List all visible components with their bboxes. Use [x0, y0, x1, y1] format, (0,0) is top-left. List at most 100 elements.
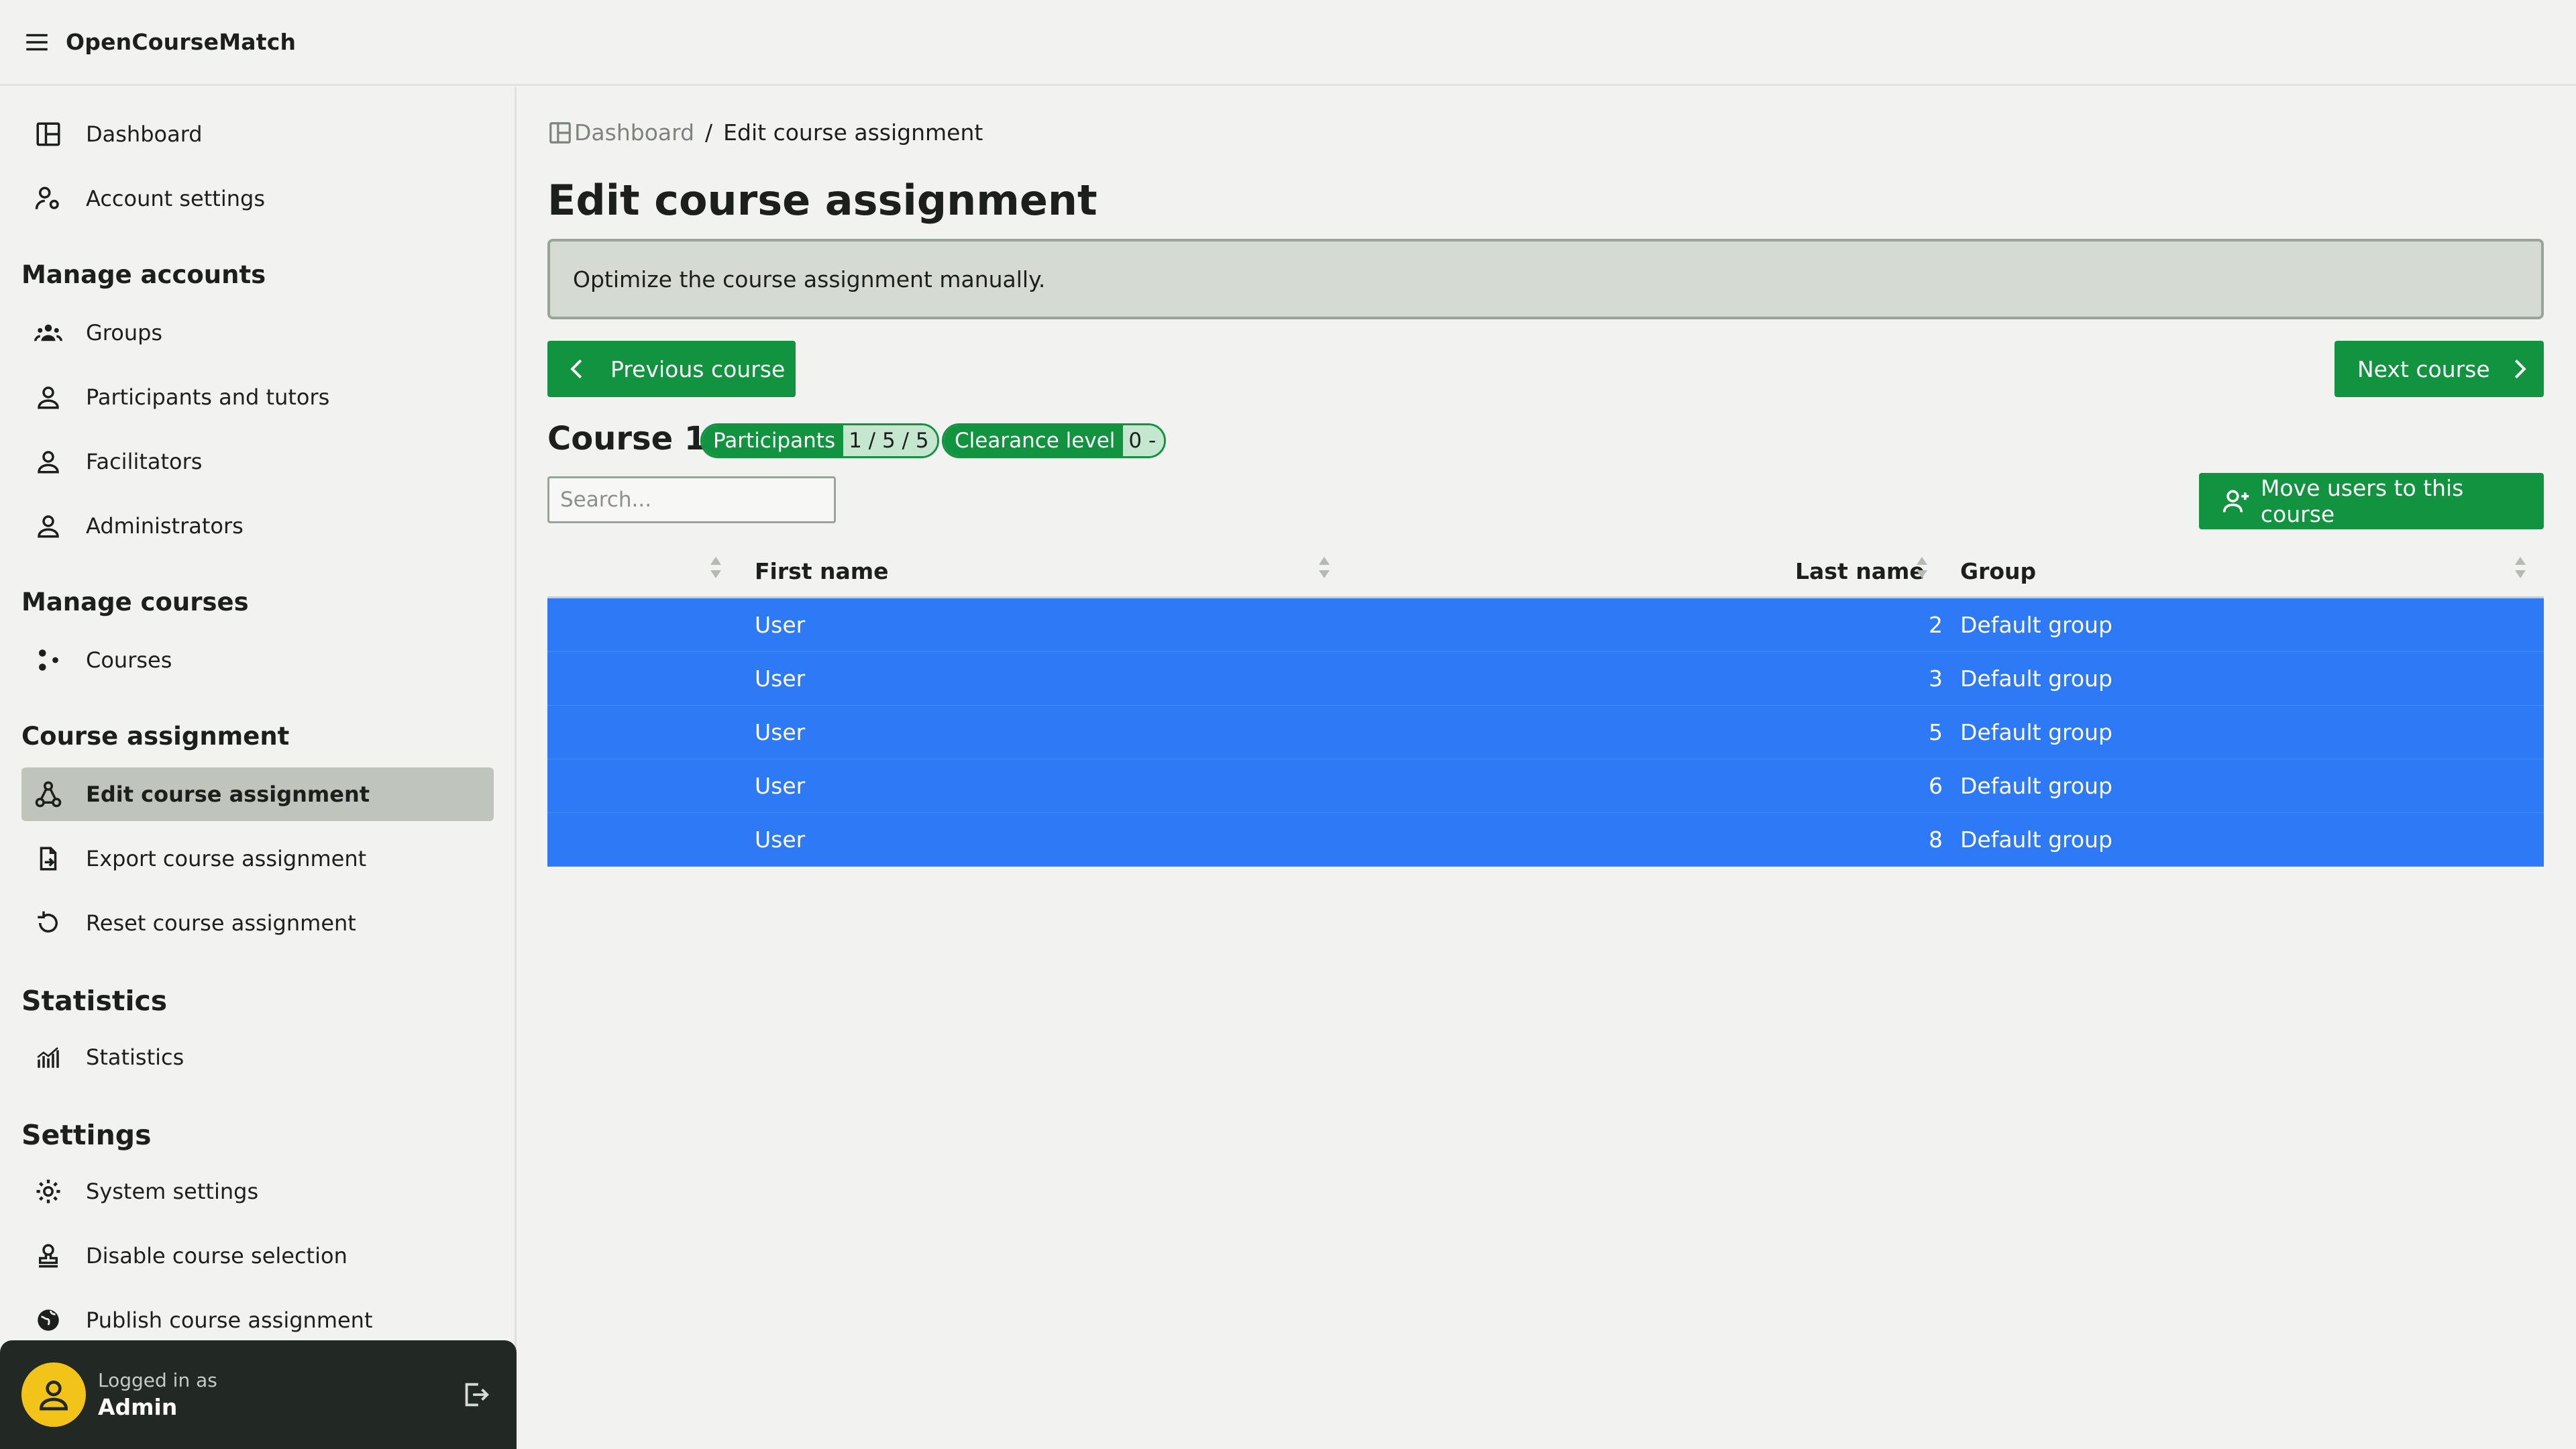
table-row[interactable]: User 3 Default group	[547, 652, 2544, 706]
sidebar-item-edit-course-assignment[interactable]: Edit course assignment	[21, 767, 494, 821]
cell-first-name: User	[755, 826, 806, 853]
sidebar-item-disable-course-selection[interactable]: Disable course selection	[21, 1229, 494, 1283]
sidebar-item-label: Account settings	[86, 186, 265, 211]
reset-icon	[34, 908, 63, 938]
sidebar-item-label: Statistics	[86, 1044, 184, 1070]
column-header-first-name[interactable]: First name	[755, 558, 889, 584]
sidebar-item-account-settings[interactable]: Account settings	[21, 172, 494, 225]
next-course-label: Next course	[2357, 356, 2490, 382]
section-title-manage-accounts: Manage accounts	[21, 260, 266, 289]
move-users-label: Move users to this course	[2260, 475, 2464, 527]
export-icon	[34, 844, 63, 873]
logged-in-label: Logged in as	[98, 1369, 217, 1391]
sidebar-item-label: Facilitators	[86, 449, 203, 474]
stamp-icon	[34, 1241, 63, 1271]
search-input[interactable]	[547, 476, 836, 523]
user-info: Logged in as Admin	[98, 1369, 217, 1420]
menu-icon[interactable]	[23, 28, 51, 56]
breadcrumb-current: Edit course assignment	[723, 119, 983, 146]
person-icon	[34, 447, 63, 476]
clearance-level-badge: Clearance level 0 -	[942, 423, 1167, 458]
info-box: Optimize the course assignment manually.	[547, 239, 2544, 319]
groups-icon	[34, 318, 63, 347]
sidebar-item-label: Courses	[86, 647, 172, 673]
cell-group: Default group	[1960, 826, 2112, 853]
participants-badge: Participants 1 / 5 / 5	[700, 423, 939, 458]
user-name: Admin	[98, 1394, 178, 1420]
user-bar: Logged in as Admin	[0, 1340, 517, 1449]
sort-icon[interactable]	[708, 554, 723, 581]
sidebar-item-label: Publish course assignment	[86, 1307, 373, 1333]
sidebar-item-system-settings[interactable]: System settings	[21, 1165, 494, 1218]
user-avatar-icon	[39, 1381, 68, 1411]
sidebar-item-label: Groups	[86, 320, 163, 345]
sort-icon[interactable]	[1915, 554, 1929, 581]
sidebar-item-label: Administrators	[86, 513, 244, 539]
cell-last-name: 3	[1929, 665, 1943, 692]
dashboard-icon	[34, 119, 63, 149]
app-title: OpenCourseMatch	[66, 29, 297, 55]
breadcrumb: Dashboard / Edit course assignment	[547, 119, 983, 146]
sidebar-item-label: Dashboard	[86, 121, 203, 147]
section-title-settings: Settings	[21, 1119, 152, 1151]
clearance-badge-value: 0 -	[1123, 425, 1165, 456]
cell-first-name: User	[755, 612, 806, 638]
breadcrumb-dashboard-link[interactable]: Dashboard	[574, 119, 694, 146]
user-gear-icon	[34, 184, 63, 213]
table-header: First name Last name Group	[547, 545, 2544, 598]
table-row[interactable]: User 2 Default group	[547, 598, 2544, 652]
table-row[interactable]: User 8 Default group	[547, 813, 2544, 867]
sidebar: Dashboard Account settings Manage accoun…	[0, 87, 517, 1449]
info-text: Optimize the course assignment manually.	[573, 266, 1046, 292]
next-course-button[interactable]: Next course	[2334, 341, 2544, 397]
logout-icon[interactable]	[460, 1379, 491, 1410]
participants-badge-label: Participants	[702, 425, 844, 456]
clearance-badge-label: Clearance level	[944, 425, 1124, 456]
column-header-last-name[interactable]: Last name	[1795, 558, 1925, 584]
sort-icon[interactable]	[1317, 554, 1332, 581]
assignment-icon	[34, 780, 63, 809]
sidebar-item-export-course-assignment[interactable]: Export course assignment	[21, 832, 494, 885]
person-icon	[34, 511, 63, 541]
sidebar-item-label: Export course assignment	[86, 846, 367, 871]
page-title: Edit course assignment	[547, 176, 1097, 225]
previous-course-label: Previous course	[610, 356, 786, 382]
cell-last-name: 2	[1929, 612, 1943, 638]
user-add-icon	[2222, 490, 2249, 513]
globe-icon	[34, 1305, 63, 1335]
sort-icon[interactable]	[2513, 554, 2528, 581]
person-icon	[34, 382, 63, 412]
sidebar-item-courses[interactable]: Courses	[21, 633, 494, 687]
sidebar-item-facilitators[interactable]: Facilitators	[21, 435, 494, 488]
sidebar-item-administrators[interactable]: Administrators	[21, 499, 494, 553]
sidebar-item-label: Edit course assignment	[86, 782, 370, 807]
section-title-course-assignment: Course assignment	[21, 722, 290, 751]
top-bar: OpenCourseMatch	[0, 0, 2576, 86]
chart-icon	[34, 1042, 63, 1072]
table-row[interactable]: User 5 Default group	[547, 706, 2544, 759]
sidebar-item-participants-and-tutors[interactable]: Participants and tutors	[21, 370, 494, 424]
cell-group: Default group	[1960, 773, 2112, 799]
cell-group: Default group	[1960, 612, 2112, 638]
sidebar-item-statistics[interactable]: Statistics	[21, 1030, 494, 1084]
table-row[interactable]: User 6 Default group	[547, 759, 2544, 813]
column-header-group[interactable]: Group	[1960, 558, 2036, 584]
users-table: First name Last name Group User 2 Defaul…	[547, 545, 2544, 867]
move-users-button[interactable]: Move users to this course	[2199, 473, 2544, 529]
sidebar-item-dashboard[interactable]: Dashboard	[21, 107, 494, 161]
avatar	[21, 1362, 86, 1427]
previous-course-button[interactable]: Previous course	[547, 341, 796, 397]
breadcrumb-separator: /	[705, 119, 713, 146]
sidebar-item-label: Participants and tutors	[86, 384, 330, 410]
sidebar-item-reset-course-assignment[interactable]: Reset course assignment	[21, 896, 494, 950]
cell-first-name: User	[755, 773, 806, 799]
sidebar-item-publish-course-assignment[interactable]: Publish course assignment	[21, 1293, 494, 1347]
sidebar-item-groups[interactable]: Groups	[21, 306, 494, 360]
chevron-left-icon	[570, 359, 582, 379]
dashboard-icon	[549, 121, 571, 144]
section-title-statistics: Statistics	[21, 985, 168, 1017]
sidebar-item-label: Disable course selection	[86, 1243, 347, 1269]
sidebar-item-label: System settings	[86, 1179, 259, 1204]
cell-group: Default group	[1960, 665, 2112, 692]
participants-badge-value: 1 / 5 / 5	[843, 425, 937, 456]
